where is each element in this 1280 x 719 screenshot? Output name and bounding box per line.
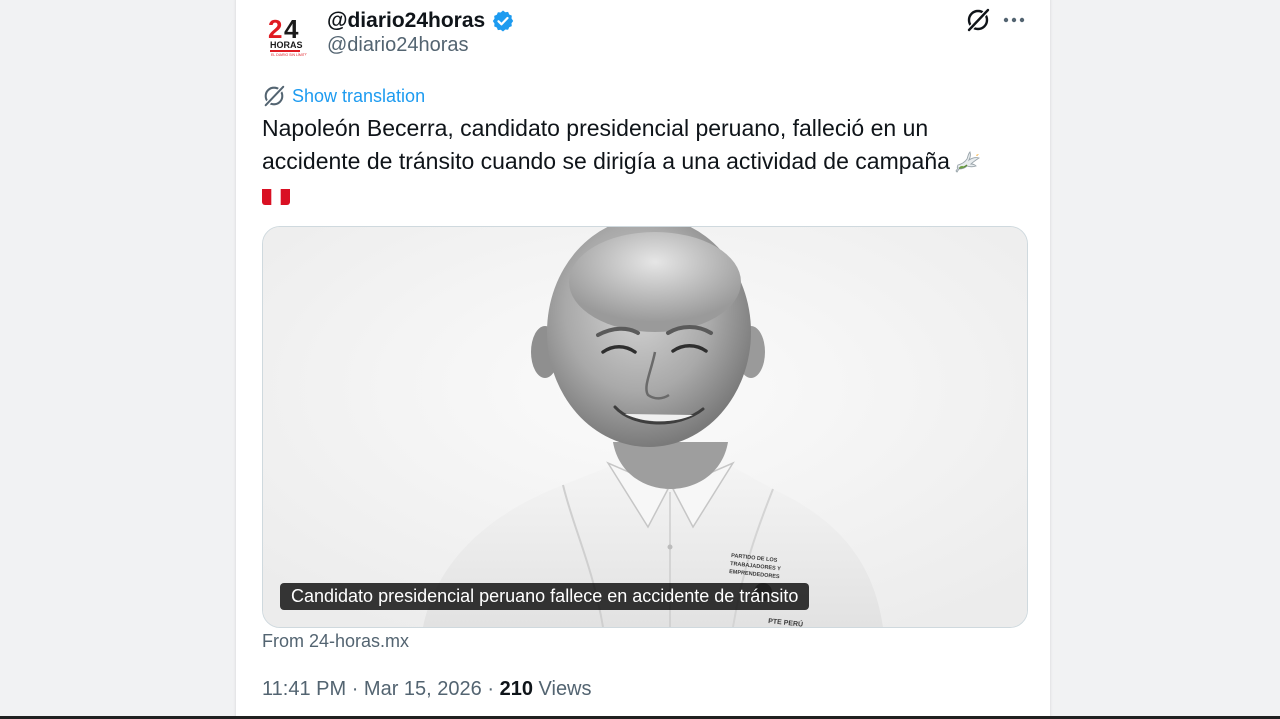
show-translation-label: Show translation [292,85,426,106]
link-source[interactable]: From 24-horas.mx [262,631,409,652]
link-preview-card[interactable]: PARTIDO DE LOS TRABAJADORES Y EMPRENDEDO… [262,226,1028,628]
candidate-photo: PARTIDO DE LOS TRABAJADORES Y EMPRENDEDO… [263,227,1027,627]
dove-emoji-icon [954,147,984,175]
avatar[interactable]: 2 4 HORAS EL DIARIO SIN LÍMITES [262,10,314,62]
grok-button[interactable] [964,6,992,34]
meta-separator: · [351,678,359,700]
tweet-date[interactable]: Mar 15, 2026 [364,678,482,700]
tweet-meta: 11:41 PM · Mar 15, 2026 · 210 Views [262,678,592,701]
display-name-row: @diario24horas [327,6,515,36]
peru-flag-emoji-icon [262,185,290,205]
show-translation-button[interactable]: Show translation [262,83,425,109]
tweet-text: Napoleón Becerra, candidato presidencial… [262,112,1022,211]
views-count[interactable]: 210 [500,678,533,700]
tweet-body: Napoleón Becerra, candidato presidencial… [262,115,950,174]
display-name[interactable]: @diario24horas [327,9,485,33]
grok-translate-icon [264,85,285,107]
svg-text:HORAS: HORAS [270,40,303,50]
page: 2 4 HORAS EL DIARIO SIN LÍMITES @diario2… [0,0,1280,719]
views-label: Views [538,678,592,700]
verified-badge-icon[interactable] [491,9,515,33]
tweet-time[interactable]: 11:41 PM [262,678,346,700]
meta-separator: · [487,678,495,700]
diario24-logo: 2 4 HORAS EL DIARIO SIN LÍMITES [262,10,314,62]
media-caption: Candidato presidencial peruano fallece e… [280,583,810,610]
grok-icon [967,8,990,32]
more-icon [1003,17,1025,23]
more-button[interactable] [1000,6,1028,34]
handle[interactable]: @diario24horas [327,34,469,57]
